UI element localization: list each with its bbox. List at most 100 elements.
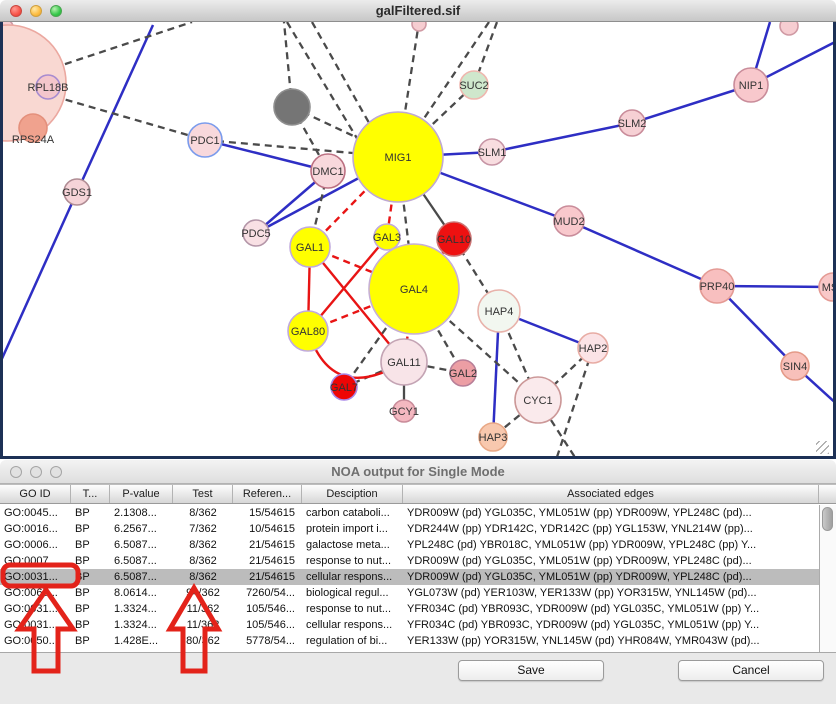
- node-label-GAL11: GAL11: [387, 357, 420, 369]
- node-top-right[interactable]: [780, 22, 798, 35]
- node-label-HAP2: HAP2: [579, 343, 608, 355]
- node-label-GAL7: GAL7: [330, 382, 358, 394]
- graph-window-titlebar[interactable]: galFiltered.sif: [0, 0, 836, 22]
- cell-7-2: BP: [71, 601, 110, 617]
- column-header-referen[interactable]: Referen...: [233, 485, 302, 503]
- node-label-SLM2: SLM2: [618, 118, 647, 130]
- cell-2-4: 7/362: [173, 521, 233, 537]
- results-table: GO:0045...BP2.1308...8/36215/54615carbon…: [0, 505, 836, 652]
- column-header-pvalue[interactable]: P-value: [110, 485, 173, 503]
- node-label-GAL10: GAL10: [437, 234, 471, 246]
- column-header-spacer: [819, 485, 836, 503]
- column-header-t[interactable]: T...: [71, 485, 110, 503]
- cell-7-5: 105/546...: [233, 601, 302, 617]
- cell-5-6: cellular respons...: [302, 569, 403, 585]
- cell-8-2: BP: [71, 617, 110, 633]
- table-row-7[interactable]: GO:0031...BP1.3324...11/362105/546...res…: [0, 601, 819, 617]
- node-top-center[interactable]: [412, 22, 426, 31]
- node-label-GDS1: GDS1: [62, 187, 92, 199]
- node-label-MUD2: MUD2: [553, 216, 584, 228]
- node-label-MIG1: MIG1: [385, 152, 412, 164]
- cell-2-1: GO:0016...: [0, 521, 71, 537]
- cell-8-6: cellular respons...: [302, 617, 403, 633]
- cell-4-4: 8/362: [173, 553, 233, 569]
- node-gray-node[interactable]: [274, 89, 310, 125]
- edge-pp: [569, 221, 717, 286]
- node-label-DMC1: DMC1: [312, 166, 343, 178]
- cell-4-1: GO:0007...: [0, 553, 71, 569]
- table-window-titlebar[interactable]: NOA output for Single Mode: [0, 460, 836, 484]
- cell-4-2: BP: [71, 553, 110, 569]
- column-header-test[interactable]: Test: [173, 485, 233, 503]
- table-row-3[interactable]: GO:0006...BP6.5087...8/36221/54615galact…: [0, 537, 819, 553]
- cell-9-3: 1.428E...: [110, 633, 173, 649]
- vertical-scrollbar[interactable]: [819, 505, 836, 652]
- screen: galFiltered.sif RPL18BRPS24AGDS1PDC1DMC1…: [0, 0, 836, 704]
- cell-1-7: YDR009W (pd) YGL035C, YML051W (pp) YDR00…: [403, 505, 819, 521]
- cell-3-3: 6.5087...: [110, 537, 173, 553]
- cell-9-5: 5778/54...: [233, 633, 302, 649]
- table-row-2[interactable]: GO:0016...BP6.2567...7/36210/54615protei…: [0, 521, 819, 537]
- cell-3-2: BP: [71, 537, 110, 553]
- node-label-SLM1: SLM1: [478, 147, 507, 159]
- cancel-button[interactable]: Cancel: [678, 660, 824, 681]
- cell-3-6: galactose meta...: [302, 537, 403, 553]
- table-row-9[interactable]: GO:0050...BP1.428E...80/3625778/54...reg…: [0, 633, 819, 649]
- window-noa-output: NOA output for Single Mode GO IDT...P-va…: [0, 459, 836, 704]
- node-label-GCY1: GCY1: [389, 406, 419, 418]
- node-label-PRP40: PRP40: [700, 281, 735, 293]
- cell-5-5: 21/54615: [233, 569, 302, 585]
- node-label-MSL: MSL: [822, 282, 836, 294]
- window-galfiltered: galFiltered.sif RPL18BRPS24AGDS1PDC1DMC1…: [0, 0, 836, 459]
- network-canvas[interactable]: RPL18BRPS24AGDS1PDC1DMC1MIG1SUC2SLM1SLM2…: [0, 22, 836, 459]
- cell-2-2: BP: [71, 521, 110, 537]
- node-label-RPL18B: RPL18B: [28, 82, 69, 94]
- column-header-desciption[interactable]: Desciption: [302, 485, 403, 503]
- cell-9-1: GO:0050...: [0, 633, 71, 649]
- cell-5-1: GO:0031...: [0, 569, 71, 585]
- cell-2-5: 10/54615: [233, 521, 302, 537]
- cell-1-6: carbon cataboli...: [302, 505, 403, 521]
- cell-2-3: 6.2567...: [110, 521, 173, 537]
- cell-9-6: regulation of bi...: [302, 633, 403, 649]
- cell-1-4: 8/362: [173, 505, 233, 521]
- table-header-row: GO IDT...P-valueTestReferen...Desciption…: [0, 484, 836, 504]
- cell-4-6: response to nut...: [302, 553, 403, 569]
- cell-5-3: 6.5087...: [110, 569, 173, 585]
- cell-6-4: 94/362: [173, 585, 233, 601]
- node-label-GAL4: GAL4: [400, 284, 428, 296]
- edge-pp: [77, 25, 153, 192]
- edge-pp: [632, 85, 751, 123]
- cell-7-6: response to nut...: [302, 601, 403, 617]
- table-row-5[interactable]: GO:0031...BP6.5087...8/36221/54615cellul…: [0, 569, 819, 585]
- cell-9-4: 80/362: [173, 633, 233, 649]
- save-button[interactable]: Save: [458, 660, 604, 681]
- button-panel: Save Cancel: [0, 652, 836, 704]
- cell-5-7: YDR009W (pd) YGL035C, YML051W (pp) YDR00…: [403, 569, 819, 585]
- column-header-associatededges[interactable]: Associated edges: [403, 485, 819, 503]
- table-row-8[interactable]: GO:0031...BP1.3324...11/362105/546...cel…: [0, 617, 819, 633]
- cell-5-4: 8/362: [173, 569, 233, 585]
- edge-pp: [0, 192, 77, 363]
- cell-1-3: 2.1308...: [110, 505, 173, 521]
- cell-8-3: 1.3324...: [110, 617, 173, 633]
- cell-5-2: BP: [71, 569, 110, 585]
- cell-6-2: BP: [71, 585, 110, 601]
- cell-6-5: 7260/54...: [233, 585, 302, 601]
- resize-grip-icon[interactable]: [816, 441, 829, 454]
- cell-7-1: GO:0031...: [0, 601, 71, 617]
- node-label-NIP1: NIP1: [739, 80, 763, 92]
- column-header-goid[interactable]: GO ID: [0, 485, 71, 503]
- table-row-4[interactable]: GO:0007...BP6.5087...8/36221/54615respon…: [0, 553, 819, 569]
- cell-7-4: 11/362: [173, 601, 233, 617]
- cell-1-2: BP: [71, 505, 110, 521]
- node-label-GAL80: GAL80: [291, 326, 325, 338]
- node-label-CYC1: CYC1: [523, 395, 552, 407]
- cell-6-3: 8.0614...: [110, 585, 173, 601]
- cell-3-4: 8/362: [173, 537, 233, 553]
- table-row-6[interactable]: GO:0065...BP8.0614...94/3627260/54...bio…: [0, 585, 819, 601]
- cell-7-3: 1.3324...: [110, 601, 173, 617]
- scrollbar-thumb[interactable]: [822, 507, 833, 531]
- cell-9-2: BP: [71, 633, 110, 649]
- table-row-1[interactable]: GO:0045...BP2.1308...8/36215/54615carbon…: [0, 505, 819, 521]
